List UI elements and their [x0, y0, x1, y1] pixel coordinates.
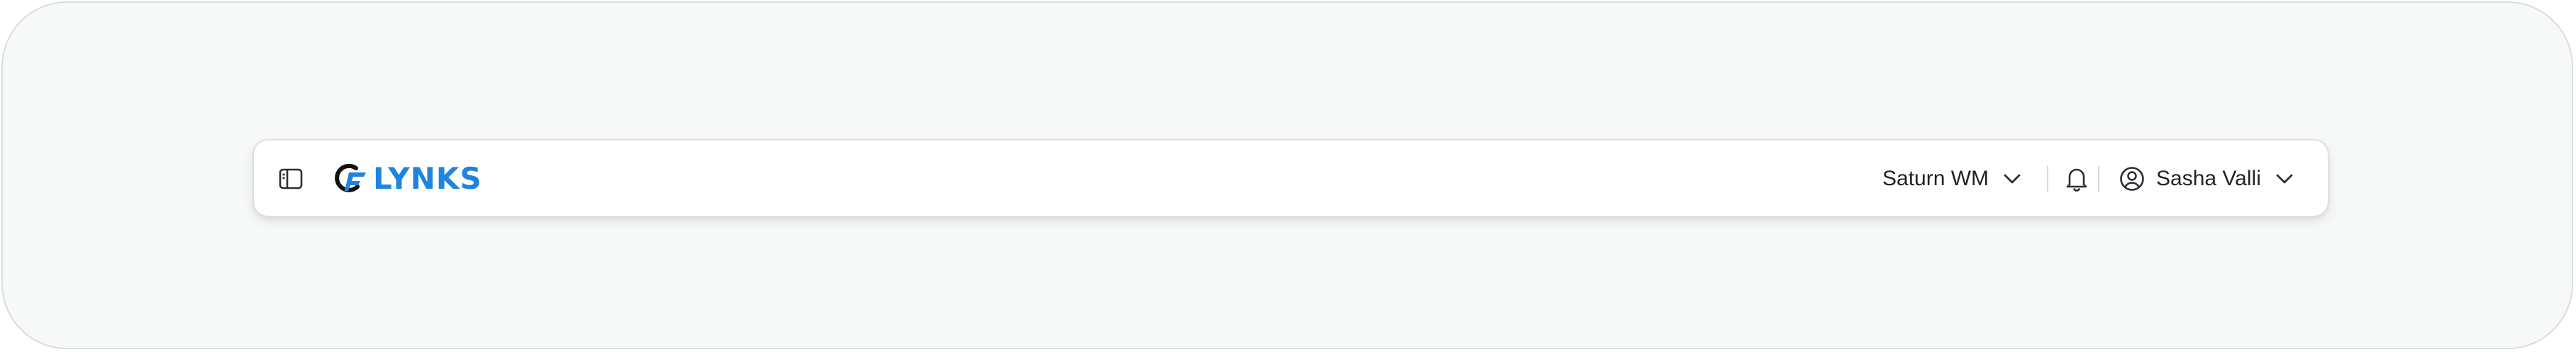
bell-icon[interactable] [2061, 163, 2092, 194]
user-circle-icon [2119, 165, 2146, 192]
user-menu[interactable]: Sasha Valli [2119, 158, 2294, 200]
workspace-selector[interactable]: Saturn WM [1882, 158, 2021, 200]
brand-logo[interactable]: LYNKS [332, 159, 482, 199]
sidebar-toggle-icon[interactable] [277, 165, 305, 193]
app-window: LYNKS Saturn WM Sasha Valli [1, 1, 2573, 349]
user-name: Sasha Valli [2156, 167, 2261, 190]
divider [2098, 166, 2099, 192]
divider [2047, 166, 2048, 192]
logo-text: LYNKS [373, 161, 482, 196]
top-navigation-bar: LYNKS Saturn WM Sasha Valli [252, 139, 2329, 217]
chevron-down-icon [2003, 173, 2021, 185]
chevron-down-icon [2275, 173, 2294, 185]
workspace-label: Saturn WM [1882, 167, 1989, 190]
logo-mark-icon [335, 163, 366, 192]
